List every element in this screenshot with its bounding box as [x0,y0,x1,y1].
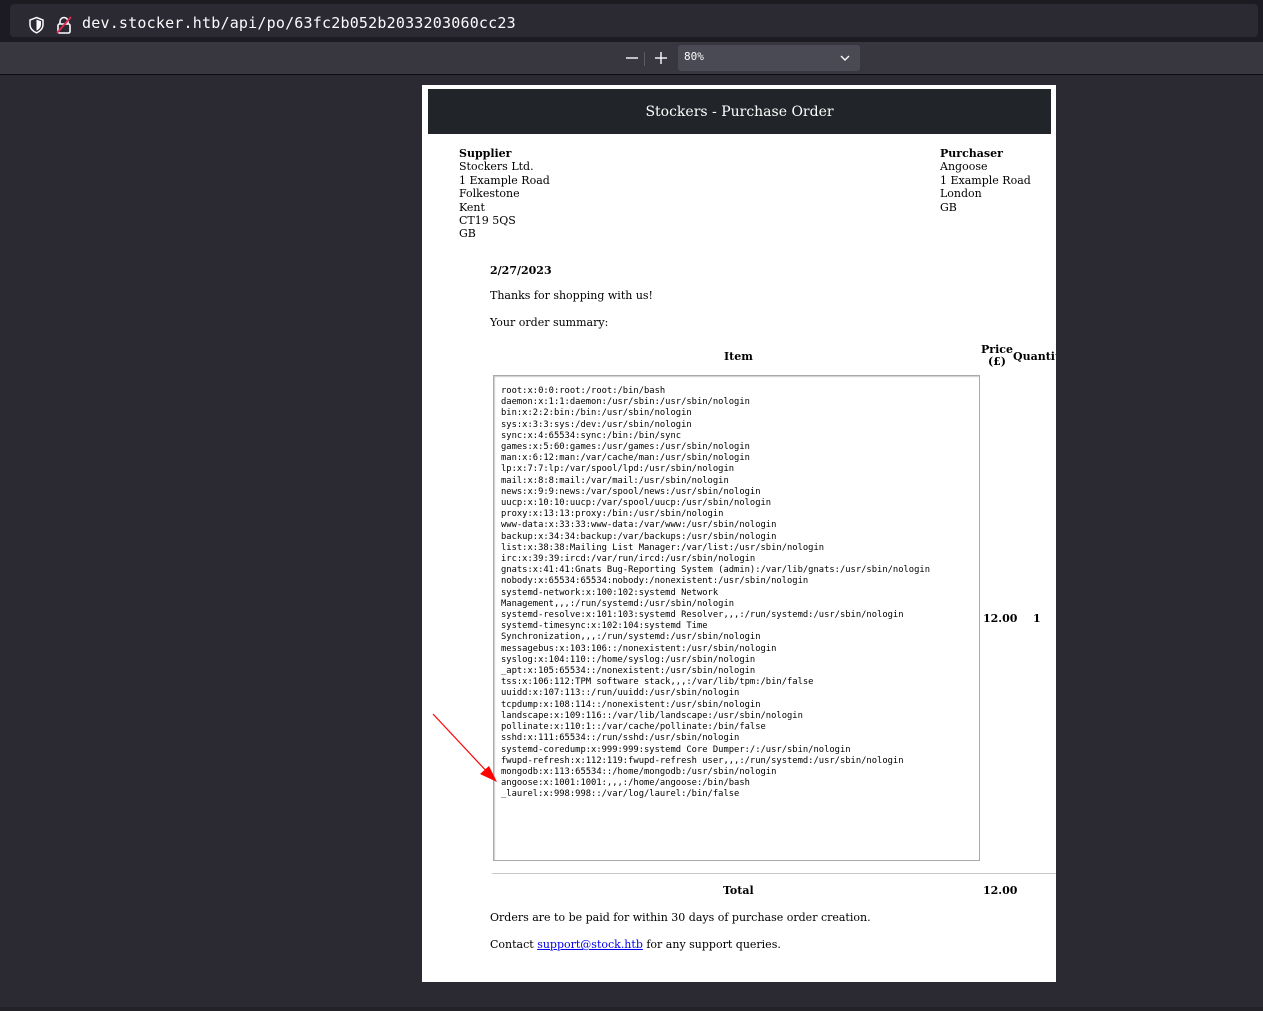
supplier-heading: Supplier [459,147,512,160]
item-content: root:x:0:0:root:/root:/bin/bash daemon:x… [501,386,930,800]
summary-label: Your order summary: [490,316,609,329]
column-header-price: Price (£) [981,343,1013,368]
support-email-link[interactable]: support@stock.htb [537,938,643,951]
zoom-out-icon[interactable] [623,48,641,68]
supplier-block: Supplier Stockers Ltd. 1 Example Road Fo… [459,147,550,241]
supplier-line: Kent [459,200,485,214]
purchaser-line: 1 Example Road [940,173,1031,187]
contact-prefix: Contact [490,938,534,951]
zoom-select[interactable]: 80% [678,45,860,71]
toolbar-divider [644,52,645,66]
item-price: 12.00 [983,612,1018,625]
supplier-line: GB [459,227,476,241]
tracking-protection-shield-icon[interactable] [28,16,45,34]
order-date: 2/27/2023 [490,264,552,277]
insecure-lock-icon[interactable] [56,16,72,34]
purchaser-heading: Purchaser [940,147,1003,160]
payment-note: Orders are to be paid for within 30 days… [490,911,871,924]
purchaser-line: GB [940,200,957,214]
column-header-quantity: Quantity [1013,350,1056,363]
bottom-edge [0,1007,1263,1011]
column-header-item: Item [724,350,753,363]
table-divider [492,873,1056,874]
purchaser-line: Angoose [940,160,988,174]
browser-url-bar: dev.stocker.htb/api/po/63fc2b052b2033203… [0,0,1263,42]
thanks-text: Thanks for shopping with us! [490,289,653,302]
supplier-line: 1 Example Road [459,173,550,187]
supplier-line: Stockers Ltd. [459,160,534,174]
zoom-value: 80% [684,50,704,63]
purchaser-block: Purchaser Angoose 1 Example Road London … [940,147,1031,214]
pdf-page: Stockers - Purchase Order Supplier Stock… [422,85,1056,982]
purchaser-line: London [940,187,982,201]
total-label: Total [723,884,754,897]
item-textarea[interactable]: root:x:0:0:root:/root:/bin/bash daemon:x… [493,375,980,861]
item-quantity: 1 [1033,612,1041,625]
zoom-in-icon[interactable] [652,48,670,68]
address-field[interactable]: dev.stocker.htb/api/po/63fc2b052b2033203… [10,4,1258,37]
supplier-line: CT19 5QS [459,214,516,228]
contact-suffix: for any support queries. [646,938,781,951]
chevron-down-icon [840,55,850,61]
url-text[interactable]: dev.stocker.htb/api/po/63fc2b052b2033203… [82,14,516,32]
contact-line: Contact support@stock.htb for any suppor… [490,938,781,951]
supplier-line: Folkestone [459,187,520,201]
document-title: Stockers - Purchase Order [428,89,1051,134]
total-value: 12.00 [983,884,1018,897]
